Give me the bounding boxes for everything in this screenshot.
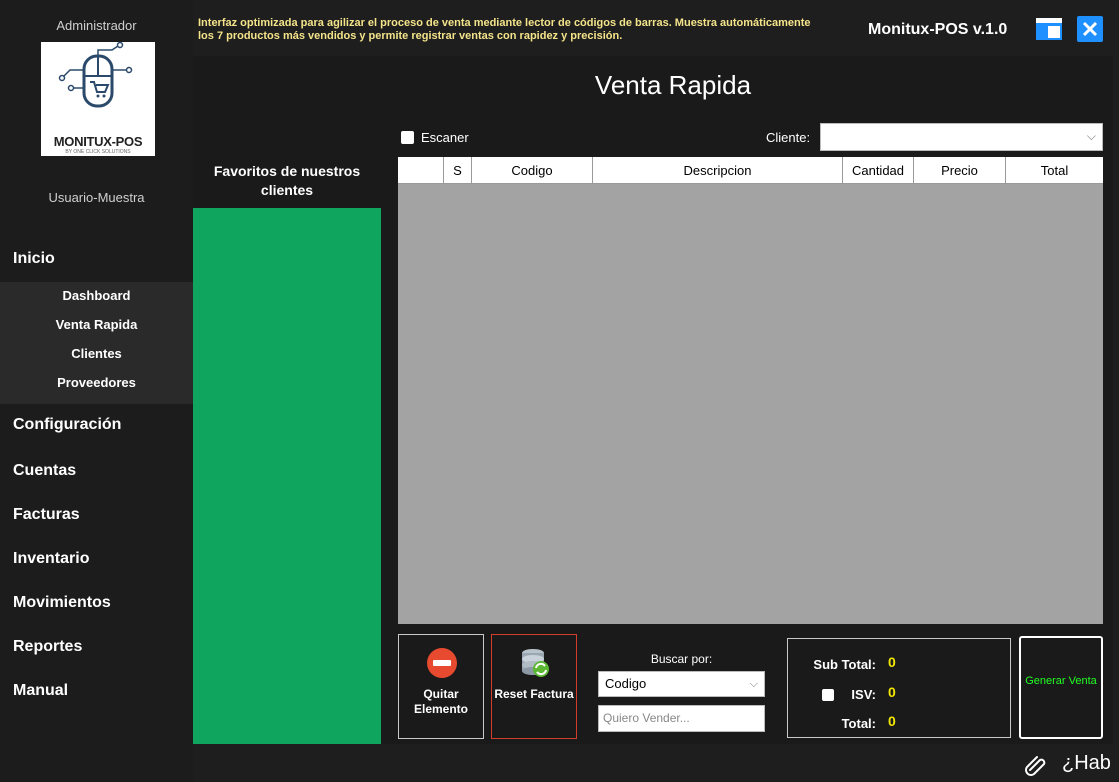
- sale-items-table[interactable]: S Codigo Descripcion Cantidad Precio Tot…: [398, 157, 1103, 624]
- sidebar: Administrador MONITUX-POS BY ONE CLICK S…: [0, 0, 193, 782]
- scanner-label: Escaner: [421, 130, 469, 145]
- chevron-down-icon: ⌵: [1086, 129, 1096, 143]
- app-window: Administrador MONITUX-POS BY ONE CLICK S…: [0, 0, 1119, 782]
- column-header-descripcion[interactable]: Descripcion: [593, 157, 843, 184]
- sidebar-item-dashboard[interactable]: Dashboard: [0, 288, 193, 303]
- column-header-total[interactable]: Total: [1006, 157, 1103, 184]
- reset-invoice-label: Reset Factura: [494, 687, 574, 701]
- sidebar-item-clientes[interactable]: Clientes: [0, 346, 193, 361]
- column-header-cantidad[interactable]: Cantidad: [843, 157, 914, 184]
- logo-subtitle: BY ONE CLICK SOLUTIONS: [65, 149, 131, 155]
- column-header-codigo[interactable]: Codigo: [472, 157, 593, 184]
- restore-window-icon: [1036, 18, 1062, 40]
- help-link[interactable]: ¿Hab: [1062, 752, 1111, 775]
- chevron-down-icon: ⌵: [749, 678, 758, 690]
- isv-checkbox[interactable]: [822, 689, 834, 701]
- remove-item-button[interactable]: Quitar Elemento: [398, 634, 484, 739]
- app-logo: MONITUX-POS BY ONE CLICK SOLUTIONS: [41, 41, 155, 156]
- client-select[interactable]: ⌵: [820, 123, 1103, 151]
- close-window-button[interactable]: [1077, 16, 1103, 42]
- nav-inicio[interactable]: Inicio: [0, 236, 193, 282]
- nav-cuentas[interactable]: Cuentas: [0, 462, 193, 480]
- paperclip-icon: [1025, 756, 1046, 776]
- nav-configuracion[interactable]: Configuración: [0, 416, 193, 434]
- table-header: S Codigo Descripcion Cantidad Precio Tot…: [398, 157, 1103, 184]
- search-by-value: Codigo: [605, 676, 647, 691]
- user-role: Administrador: [56, 18, 137, 33]
- generate-sale-button[interactable]: Generar Venta: [1019, 636, 1103, 739]
- reset-invoice-button[interactable]: Reset Factura: [491, 634, 577, 739]
- app-title: Monitux-POS v.1.0: [868, 21, 1008, 38]
- sidebar-item-proveedores[interactable]: Proveedores: [0, 375, 193, 390]
- remove-item-label: Quitar Elemento: [413, 687, 468, 716]
- subtotal-label: Sub Total:: [813, 657, 876, 672]
- sidebar-item-venta-rapida[interactable]: Venta Rapida: [0, 317, 193, 332]
- search-by-label: Buscar por:: [650, 652, 713, 666]
- nav-movimientos[interactable]: Movimientos: [0, 594, 193, 612]
- product-search-input[interactable]: Quiero Vender...: [598, 705, 765, 732]
- total-label: Total:: [841, 716, 876, 731]
- column-header-s[interactable]: S: [444, 157, 472, 184]
- screen-description: Interfaz optimizada para agilizar el pro…: [198, 17, 811, 42]
- page-title: Venta Rapida: [594, 70, 752, 100]
- nav-inventario[interactable]: Inventario: [0, 550, 193, 568]
- column-header-select[interactable]: [398, 157, 444, 184]
- inicio-submenu: Dashboard Venta Rapida Clientes Proveedo…: [0, 282, 193, 404]
- user-name: Usuario-Muestra: [48, 190, 145, 205]
- favorites-panel[interactable]: [193, 208, 381, 744]
- remove-icon: [427, 648, 457, 678]
- close-icon: [1082, 21, 1098, 37]
- database-refresh-icon: [522, 649, 549, 677]
- favorites-title: Favoritos de nuestros clientes: [213, 163, 361, 198]
- column-header-precio[interactable]: Precio: [914, 157, 1006, 184]
- scanner-checkbox[interactable]: [401, 131, 414, 144]
- nav-reportes[interactable]: Reportes: [0, 638, 193, 656]
- isv-label: ISV:: [851, 687, 876, 702]
- nav-manual[interactable]: Manual: [0, 682, 193, 700]
- isv-value: 0: [888, 684, 896, 700]
- subtotal-value: 0: [888, 654, 896, 670]
- logo-text: MONITUX-POS: [53, 134, 143, 149]
- client-label: Cliente:: [766, 130, 811, 145]
- restore-window-button[interactable]: [1034, 14, 1064, 44]
- mouse-cart-logo-icon: [58, 41, 133, 108]
- total-value: 0: [888, 713, 896, 729]
- search-by-select[interactable]: Codigo ⌵: [598, 671, 765, 697]
- nav-facturas[interactable]: Facturas: [0, 506, 193, 524]
- scanner-toggle[interactable]: Escaner: [401, 130, 469, 145]
